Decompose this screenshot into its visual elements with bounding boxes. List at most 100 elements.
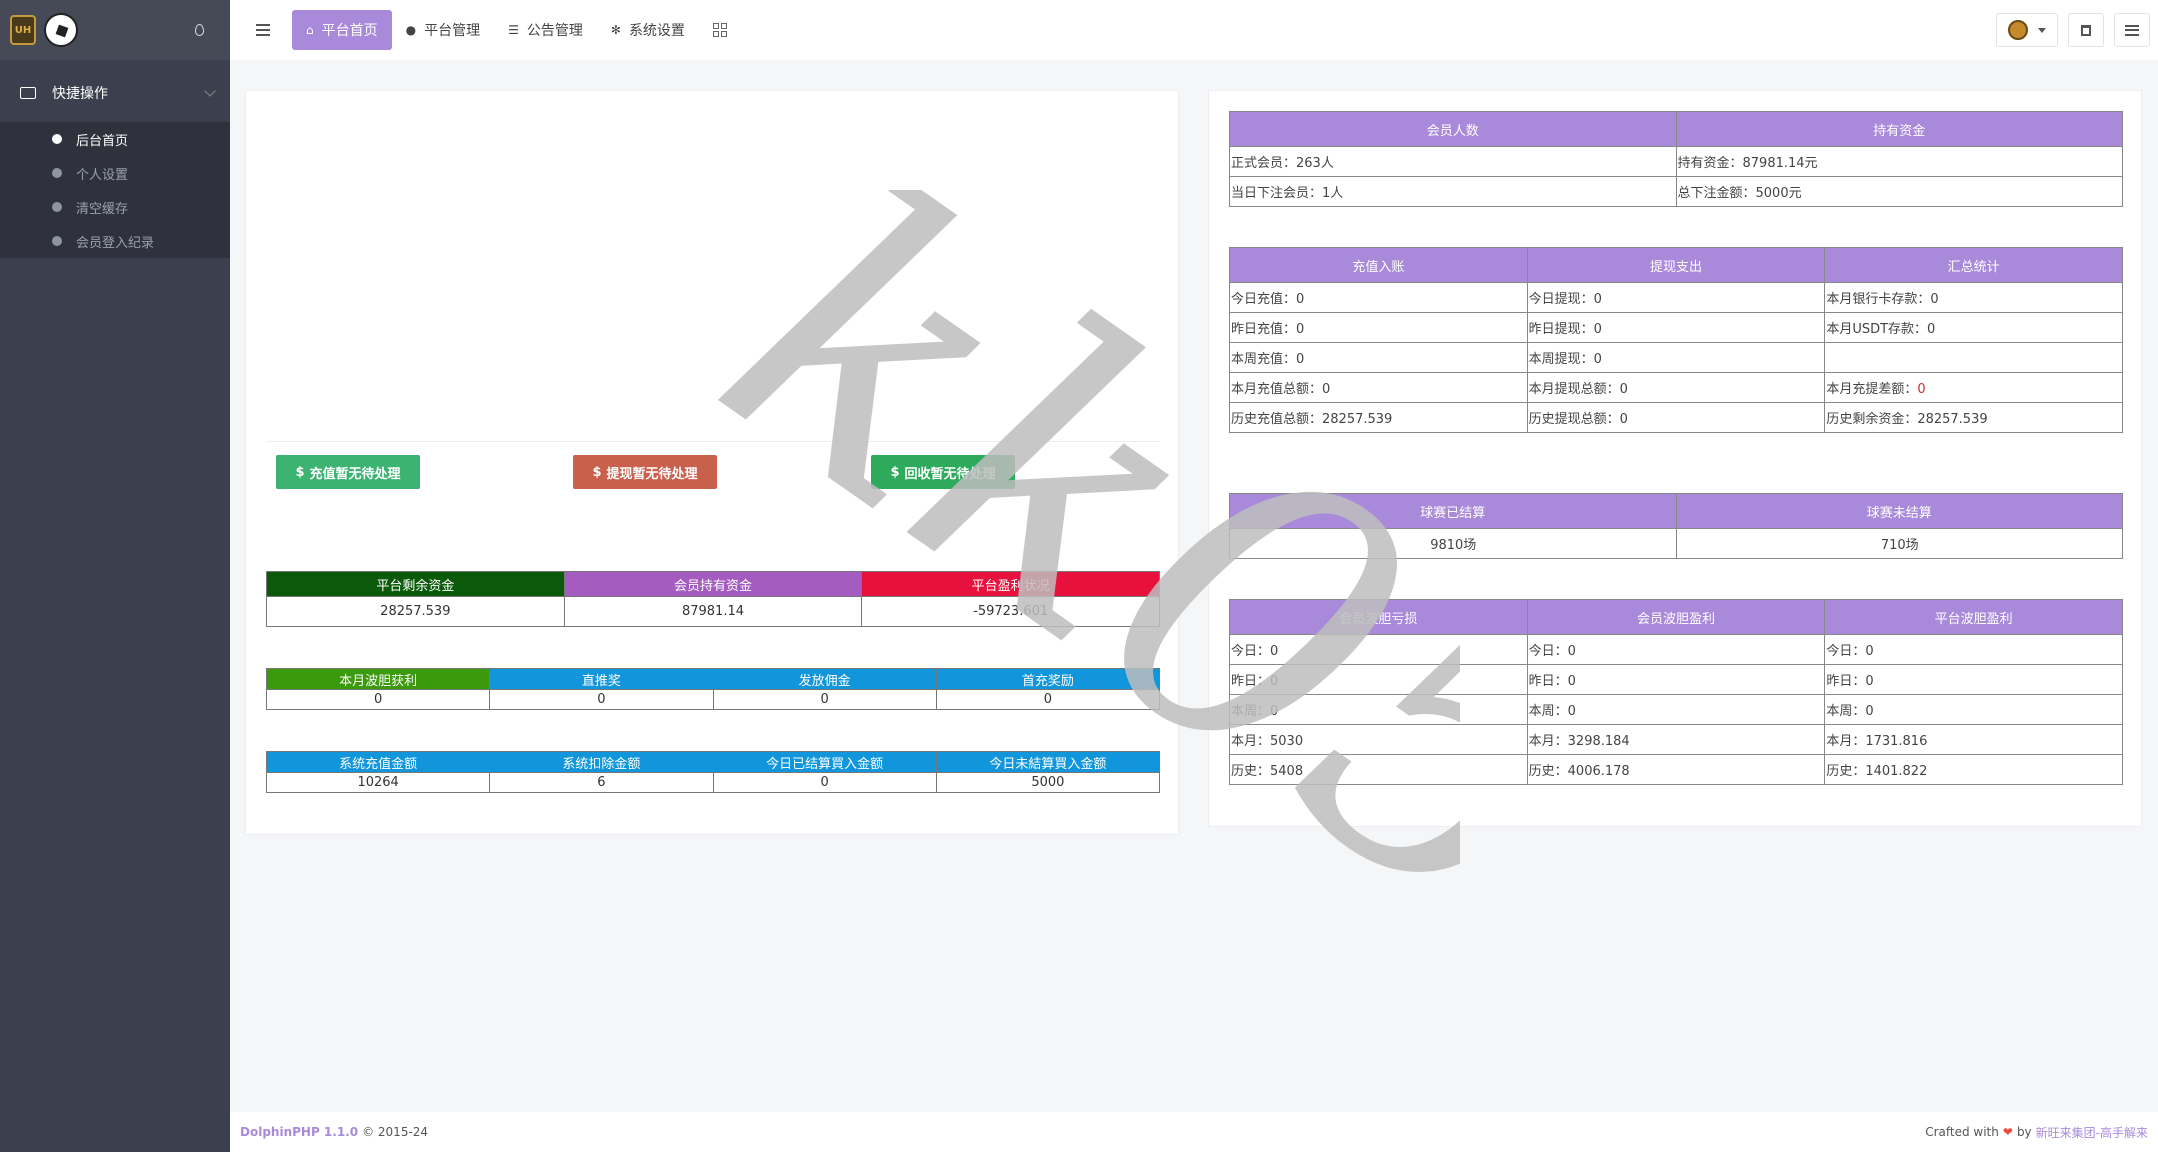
table-cell: 今日：0	[1229, 634, 1528, 665]
table-cell: 本月：5030	[1229, 724, 1528, 755]
footer-crafted: Crafted with	[1925, 1125, 1999, 1139]
table-header: 发放佣金	[712, 668, 937, 690]
heart-icon: ❤	[2002, 1125, 2013, 1139]
members-table: 会员人数 持有资金 正式会员：263人 持有资金：87981.14元 当日下注会…	[1229, 111, 2123, 207]
table-cell: 本周充值：0	[1229, 342, 1528, 373]
table-header: 系统扣除金额	[489, 751, 714, 773]
user-icon	[52, 236, 62, 246]
table-header: 今日未結算買入金额	[935, 751, 1161, 773]
tab-label: 公告管理	[526, 23, 583, 39]
chevron-down-icon	[204, 85, 216, 97]
theme-drop-icon[interactable]	[195, 24, 204, 36]
tab-notice-manage[interactable]: ☰ 公告管理	[494, 10, 597, 50]
table-cell: 今日：0	[1526, 634, 1826, 665]
table-cell: 9810场	[1229, 528, 1677, 559]
table-cell: 历史提现总额：0	[1526, 402, 1826, 433]
sidebar-submenu: 后台首页 个人设置 清空缓存 会员登入纪录	[0, 122, 230, 258]
table-header: 直推奖	[489, 668, 714, 690]
table-header: 提现支出	[1526, 247, 1826, 283]
table-cell: 本周：0	[1229, 694, 1528, 725]
table-cell: 昨日：0	[1229, 664, 1528, 695]
footer-author-link[interactable]: 新旺来集团-高手解来	[2036, 1124, 2148, 1141]
finance-table: 充值入账 提现支出 汇总统计 今日充值：0 今日提现：0 本月银行卡存款：0 昨…	[1229, 247, 2123, 433]
clear-cache-button[interactable]	[2068, 13, 2104, 47]
rebate-table: 本月波胆获利 直推奖 发放佣金 首充奖励 0 0 0 0	[265, 668, 1161, 710]
table-cell: 本月充提差额：0	[1824, 372, 2123, 403]
table-header: 会员持有资金	[563, 571, 863, 597]
sidebar-item-label: 会员登入纪录	[76, 235, 155, 251]
recycle-pending-button[interactable]: $ 回收暂无待处理	[871, 455, 1015, 489]
table-cell: -59723.601	[861, 596, 1160, 627]
tab-label: 平台首页	[321, 23, 378, 39]
table-cell: 5000	[935, 772, 1161, 793]
table-header: 会员人数	[1229, 111, 1677, 147]
menu-toggle-icon[interactable]	[256, 24, 270, 36]
table-cell: 0	[712, 772, 937, 793]
dashboard-icon	[52, 134, 62, 144]
right-panel: 会员人数 持有资金 正式会员：263人 持有资金：87981.14元 当日下注会…	[1208, 90, 2142, 827]
panel-icon	[2125, 24, 2139, 36]
table-cell: 0	[489, 689, 714, 710]
recharge-pending-button[interactable]: $ 充值暂无待处理	[276, 455, 420, 489]
tab-label: 系统设置	[628, 23, 685, 39]
dollar-icon: $	[890, 464, 900, 480]
tab-label: 平台管理	[424, 23, 481, 39]
table-cell: 当日下注会员：1人	[1229, 176, 1677, 207]
table-cell: 历史剩余资金：28257.539	[1824, 402, 2123, 433]
summary-table: 平台剩余资金 会员持有资金 平台盈利状况 28257.539 87981.14 …	[266, 571, 1160, 627]
apps-grid-icon[interactable]	[712, 23, 727, 37]
table-cell: 10264	[265, 772, 491, 793]
soccer-ball-logo[interactable]	[44, 13, 78, 47]
table-cell: 本周：0	[1526, 694, 1826, 725]
tab-platform-manage[interactable]: ● 平台管理	[392, 10, 494, 50]
tab-platform-home[interactable]: ⌂ 平台首页	[292, 10, 392, 50]
table-cell: 本月银行卡存款：0	[1824, 282, 2123, 313]
table-header: 平台盈利状况	[861, 571, 1160, 597]
table-cell: 本月：1731.816	[1824, 724, 2123, 755]
table-header: 平台波胆盈利	[1824, 599, 2123, 635]
trash-icon	[52, 202, 62, 212]
table-header: 球赛已结算	[1229, 493, 1677, 529]
table-cell: 历史：5408	[1229, 754, 1528, 785]
list-icon: ☰	[508, 23, 519, 37]
tab-system-settings[interactable]: ✻ 系统设置	[597, 10, 699, 50]
table-cell: 今日：0	[1824, 634, 2123, 665]
sidebar-item-clear-cache[interactable]: 清空缓存	[0, 190, 230, 224]
table-cell: 今日提现：0	[1526, 282, 1826, 313]
divider	[266, 441, 1160, 442]
folder-open-icon	[20, 87, 36, 99]
top-nav: ⌂ 平台首页 ● 平台管理 ☰ 公告管理 ✻ 系统设置	[292, 10, 727, 50]
table-cell: 历史：4006.178	[1526, 754, 1826, 785]
sidebar-group-quick[interactable]: 快捷操作	[0, 64, 230, 122]
diff-value: 0	[1917, 382, 1926, 397]
table-header: 会员波胆亏损	[1229, 599, 1528, 635]
table-header: 会员波胆盈利	[1526, 599, 1826, 635]
sidebar-item-login-log[interactable]: 会员登入纪录	[0, 224, 230, 258]
table-cell: 昨日提现：0	[1526, 312, 1826, 343]
table-cell: 本月提现总额：0	[1526, 372, 1826, 403]
table-cell: 本周：0	[1824, 694, 2123, 725]
table-header: 汇总统计	[1824, 247, 2123, 283]
table-header: 充值入账	[1229, 247, 1528, 283]
sidebar-header: UH	[0, 0, 230, 60]
table-cell: 0	[265, 689, 491, 710]
side-panel-button[interactable]	[2114, 13, 2150, 47]
sidebar-item-dashboard[interactable]: 后台首页	[0, 122, 230, 156]
footer-brand[interactable]: DolphinPHP 1.1.0	[240, 1125, 358, 1139]
button-label: 提现暂无待处理	[606, 466, 698, 482]
withdraw-pending-button[interactable]: $ 提现暂无待处理	[573, 455, 717, 489]
footer: DolphinPHP 1.1.0 © 2015-24 Crafted with …	[230, 1112, 2158, 1152]
table-cell: 710场	[1675, 528, 2123, 559]
club-logo[interactable]: UH	[10, 15, 36, 45]
table-header: 系统充值金额	[265, 751, 491, 773]
table-cell: 28257.539	[266, 596, 565, 627]
home-icon: ⌂	[306, 23, 314, 37]
sidebar-item-label: 清空缓存	[76, 201, 129, 217]
sidebar-item-profile[interactable]: 个人设置	[0, 156, 230, 190]
user-menu-button[interactable]	[1996, 13, 2058, 47]
footer-by: by	[2016, 1125, 2032, 1139]
dollar-icon: $	[295, 464, 305, 480]
diff-label: 本月充提差额：	[1826, 382, 1918, 397]
sidebar-group-label: 快捷操作	[52, 86, 108, 102]
table-cell: 历史充值总额：28257.539	[1229, 402, 1528, 433]
